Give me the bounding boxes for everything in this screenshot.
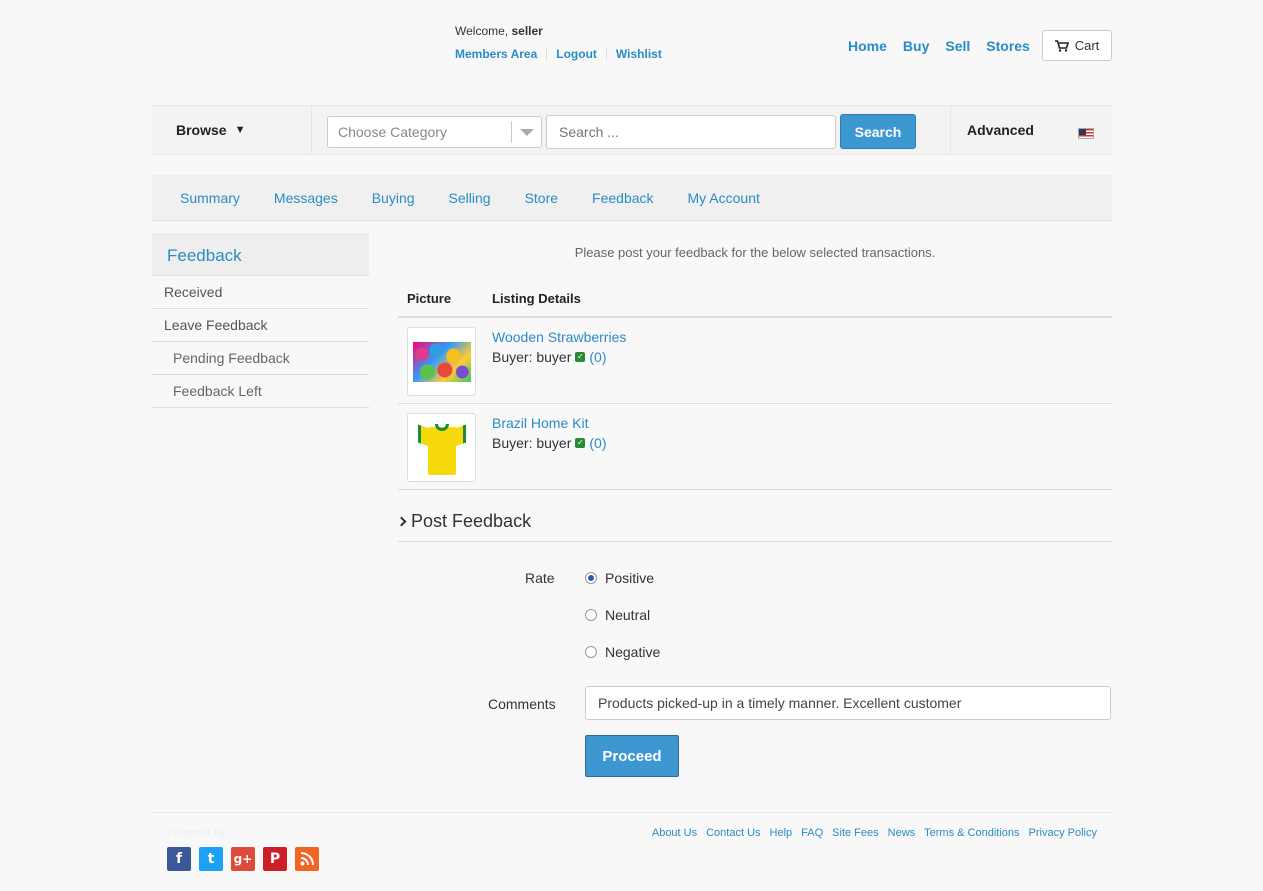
powered-by-text: Powered by	[167, 827, 226, 839]
social-icons: f t g+ P	[167, 847, 319, 871]
candy-image	[412, 341, 471, 382]
tab-my-account[interactable]: My Account	[688, 190, 760, 206]
welcome-text: Welcome, seller	[455, 24, 543, 38]
category-select[interactable]: Choose Category	[327, 116, 542, 148]
buyer-score-link[interactable]: (0)	[589, 349, 606, 365]
col-picture: Picture	[407, 291, 452, 306]
rate-option-neutral[interactable]: Neutral	[585, 607, 650, 623]
listing-title-link[interactable]: Wooden Strawberries	[492, 329, 626, 345]
facebook-icon[interactable]: f	[167, 847, 191, 871]
top-nav: Home Buy Sell Stores	[848, 38, 1046, 54]
tab-messages[interactable]: Messages	[274, 190, 338, 206]
username: seller	[511, 24, 543, 38]
verified-check-icon: ✓	[575, 352, 586, 362]
chevron-down-icon	[511, 121, 541, 143]
browse-menu[interactable]: Browse ▼	[152, 106, 312, 154]
logout-link[interactable]: Logout	[556, 47, 597, 61]
nav-stores[interactable]: Stores	[986, 38, 1030, 54]
us-flag-icon[interactable]	[1078, 128, 1094, 139]
radio-positive[interactable]	[585, 572, 597, 584]
tab-summary[interactable]: Summary	[180, 190, 240, 206]
search-button[interactable]: Search	[840, 114, 916, 149]
footer-divider	[152, 812, 1112, 813]
sidebar-item-feedback-left[interactable]: Feedback Left	[152, 375, 369, 408]
table-header: Picture Listing Details	[398, 288, 1112, 318]
footer-link-help[interactable]: Help	[770, 827, 793, 839]
comments-input[interactable]	[585, 686, 1111, 720]
tab-buying[interactable]: Buying	[372, 190, 415, 206]
nav-buy[interactable]: Buy	[903, 38, 929, 54]
rate-option-positive[interactable]: Positive	[585, 570, 654, 586]
radio-negative[interactable]	[585, 646, 597, 658]
proceed-button[interactable]: Proceed	[585, 735, 679, 777]
pinterest-icon[interactable]: P	[263, 847, 287, 871]
search-bar: Browse ▼ Choose Category Search Advanced	[152, 105, 1112, 155]
advanced-label: Advanced	[967, 122, 1034, 138]
table-row: Wooden Strawberries Buyer: buyer ✓ (0)	[398, 318, 1112, 404]
buyer-label: Buyer: buyer	[492, 349, 572, 365]
cart-button[interactable]: Cart	[1042, 30, 1112, 61]
tab-selling[interactable]: Selling	[449, 190, 491, 206]
cart-icon	[1054, 39, 1069, 52]
col-listing-details: Listing Details	[492, 291, 581, 306]
search-input[interactable]	[546, 115, 836, 149]
buyer-score-link[interactable]: (0)	[589, 435, 606, 451]
rate-option-label: Positive	[605, 570, 655, 586]
rate-option-negative[interactable]: Negative	[585, 644, 660, 660]
sidebar-item-received[interactable]: Received	[152, 276, 369, 309]
footer-link-terms[interactable]: Terms & Conditions	[924, 827, 1019, 839]
footer-link-faq[interactable]: FAQ	[801, 827, 823, 839]
footer-links: About Us Contact Us Help FAQ Site Fees N…	[652, 827, 1097, 839]
radio-neutral[interactable]	[585, 609, 597, 621]
wishlist-link[interactable]: Wishlist	[616, 47, 662, 61]
buyer-label: Buyer: buyer	[492, 435, 572, 451]
buyer-info: Buyer: buyer ✓ (0)	[492, 349, 607, 365]
tab-store[interactable]: Store	[525, 190, 558, 206]
listing-thumbnail[interactable]	[407, 327, 476, 396]
account-tabs: Summary Messages Buying Selling Store Fe…	[152, 175, 1112, 221]
browse-label: Browse	[176, 122, 227, 138]
twitter-icon[interactable]: t	[199, 847, 223, 871]
verified-check-icon: ✓	[575, 438, 586, 448]
footer-link-contact[interactable]: Contact Us	[706, 827, 760, 839]
nav-home[interactable]: Home	[848, 38, 887, 54]
member-links: Members Area Logout Wishlist	[455, 47, 662, 61]
divider	[546, 48, 548, 60]
sidebar: Feedback Received Leave Feedback Pending…	[152, 233, 369, 408]
sidebar-item-leave-feedback[interactable]: Leave Feedback	[152, 309, 369, 342]
post-feedback-heading: Post Feedback	[396, 511, 1112, 542]
nav-sell[interactable]: Sell	[945, 38, 970, 54]
footer-link-privacy[interactable]: Privacy Policy	[1029, 827, 1097, 839]
rate-label: Rate	[525, 570, 555, 586]
chevron-right-icon	[396, 516, 407, 527]
listing-title-link[interactable]: Brazil Home Kit	[492, 415, 588, 431]
footer-link-news[interactable]: News	[888, 827, 916, 839]
caret-down-icon: ▼	[234, 124, 246, 136]
rate-option-label: Negative	[605, 644, 661, 660]
listing-thumbnail[interactable]	[407, 413, 476, 482]
footer-link-about[interactable]: About Us	[652, 827, 697, 839]
divider	[605, 48, 607, 60]
cart-label: Cart	[1074, 38, 1100, 53]
intro-text: Please post your feedback for the below …	[574, 245, 936, 260]
sidebar-title: Feedback	[152, 233, 369, 276]
tab-feedback[interactable]: Feedback	[592, 190, 653, 206]
footer-link-site-fees[interactable]: Site Fees	[832, 827, 878, 839]
jersey-image	[417, 419, 466, 477]
members-area-link[interactable]: Members Area	[455, 47, 537, 61]
advanced-search-link[interactable]: Advanced	[950, 106, 1112, 154]
table-row: Brazil Home Kit Buyer: buyer ✓ (0)	[398, 404, 1112, 490]
google-plus-icon[interactable]: g+	[231, 847, 255, 871]
category-placeholder: Choose Category	[338, 124, 447, 140]
rate-option-label: Neutral	[605, 607, 651, 623]
buyer-info: Buyer: buyer ✓ (0)	[492, 435, 607, 451]
rss-icon[interactable]	[295, 847, 319, 871]
comments-label: Comments	[488, 696, 556, 712]
sidebar-item-pending-feedback[interactable]: Pending Feedback	[152, 342, 369, 375]
